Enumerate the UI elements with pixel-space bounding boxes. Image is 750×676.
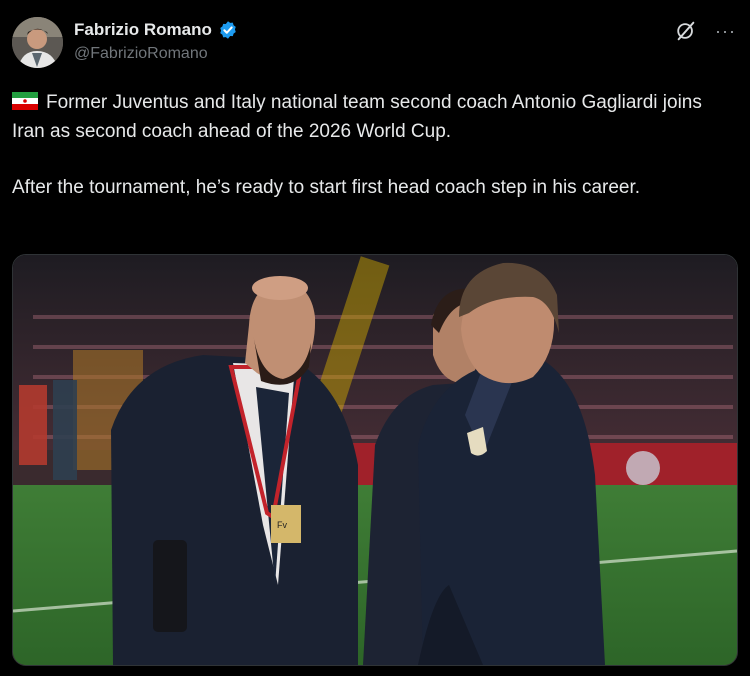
tweet-media-photo[interactable]: Fv [12, 254, 738, 666]
author-handle[interactable]: @FabrizioRomano [74, 45, 238, 63]
tweet-paragraph-2: After the tournament, he’s ready to star… [12, 177, 641, 198]
tweet-text: Former Juventus and Italy national team … [12, 89, 732, 203]
tweet-top-actions: ··· [675, 20, 736, 42]
verified-badge-icon[interactable] [218, 20, 238, 40]
photo-badge-text: Fv [277, 520, 287, 530]
author-info: Fabrizio Romano @FabrizioRomano [74, 20, 238, 63]
more-horizontal-icon[interactable]: ··· [715, 21, 736, 41]
tweet-paragraph-1-text: Former Juventus and Italy national team … [12, 92, 702, 142]
author-avatar[interactable] [12, 17, 63, 68]
photo-image: Fv [13, 255, 737, 665]
tweet-paragraph-1: Former Juventus and Italy national team … [12, 89, 732, 146]
grok-slash-icon[interactable] [675, 20, 697, 42]
iran-flag-icon [12, 92, 38, 110]
tweet-header: Fabrizio Romano @FabrizioRomano ··· [12, 14, 736, 74]
author-display-name[interactable]: Fabrizio Romano [74, 20, 212, 40]
avatar-image [12, 17, 63, 68]
